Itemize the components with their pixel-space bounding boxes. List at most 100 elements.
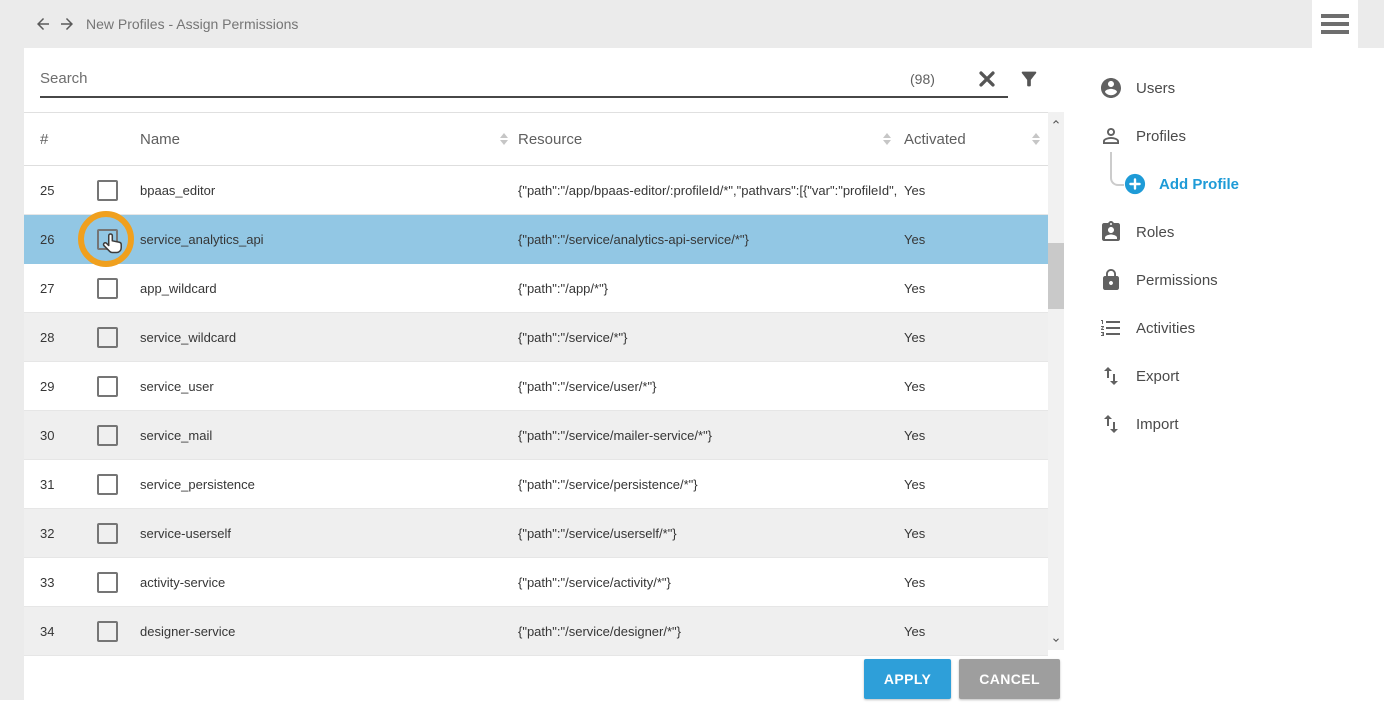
column-header-number[interactable]: #: [24, 131, 96, 148]
sidebar-item-label: Users: [1136, 80, 1175, 97]
table-row[interactable]: 25 bpaas_editor {"path":"/app/bpaas-edit…: [24, 166, 1048, 215]
table-row[interactable]: 29 service_user {"path":"/service/user/*…: [24, 362, 1048, 411]
table-row[interactable]: 30 service_mail {"path":"/service/mailer…: [24, 411, 1048, 460]
row-number-cell: 29: [24, 379, 96, 394]
table-row[interactable]: 31 service_persistence {"path":"/service…: [24, 460, 1048, 509]
sidebar-item-label: Add Profile: [1159, 176, 1239, 193]
sidebar-item-profiles[interactable]: Profiles: [1064, 112, 1384, 160]
sidebar-item-label: Import: [1136, 416, 1179, 433]
permissions-table: # Name Resource Activated 25 bpaas_edito…: [24, 112, 1048, 656]
row-name-cell: service_wildcard: [140, 330, 518, 345]
row-resource-cell: {"path":"/service/designer/*"}: [518, 624, 904, 639]
row-number-cell: 32: [24, 526, 96, 541]
cancel-button[interactable]: CANCEL: [959, 659, 1060, 699]
row-name-cell: service_user: [140, 379, 518, 394]
sort-icon-activated[interactable]: [1024, 133, 1048, 145]
table-row[interactable]: 28 service_wildcard {"path":"/service/*"…: [24, 313, 1048, 362]
row-checkbox[interactable]: [97, 474, 118, 495]
sidebar-item-import[interactable]: Import: [1064, 400, 1384, 448]
row-name-cell: service_analytics_api: [140, 232, 518, 247]
lock-icon: [1099, 268, 1123, 292]
row-checkbox[interactable]: [97, 572, 118, 593]
sidebar-item-label: Profiles: [1136, 128, 1186, 145]
row-name-cell: app_wildcard: [140, 281, 518, 296]
row-resource-cell: {"path":"/service/mailer-service/*"}: [518, 428, 904, 443]
row-checkbox[interactable]: [97, 278, 118, 299]
row-resource-cell: {"path":"/service/activity/*"}: [518, 575, 904, 590]
row-checkbox[interactable]: [97, 376, 118, 397]
row-number-cell: 28: [24, 330, 96, 345]
row-name-cell: service-userself: [140, 526, 518, 541]
back-arrow-icon[interactable]: [34, 15, 52, 33]
column-header-resource[interactable]: Resource: [518, 131, 870, 148]
row-name-cell: designer-service: [140, 624, 518, 639]
clear-search-icon[interactable]: [976, 68, 998, 90]
row-checkbox-cell: [96, 313, 140, 361]
sidebar-item-add-profile[interactable]: Add Profile: [1064, 160, 1384, 208]
sort-icon-resource[interactable]: [870, 133, 904, 145]
table-row[interactable]: 27 app_wildcard {"path":"/app/*"} Yes: [24, 264, 1048, 313]
scroll-down-icon[interactable]: [1048, 632, 1064, 648]
row-checkbox-cell: [96, 264, 140, 312]
main-panel: Search (98) # Name Resource Activated: [24, 48, 1064, 700]
row-name-cell: service_mail: [140, 428, 518, 443]
plus-circle-icon: [1124, 173, 1146, 195]
column-header-activated[interactable]: Activated: [904, 131, 1024, 148]
badge-icon: [1099, 220, 1123, 244]
table-body: 25 bpaas_editor {"path":"/app/bpaas-edit…: [24, 166, 1048, 656]
search-underline: [40, 96, 1008, 98]
row-activated-cell: Yes: [904, 526, 1048, 541]
sidebar-item-export[interactable]: Export: [1064, 352, 1384, 400]
sidebar-item-roles[interactable]: Roles: [1064, 208, 1384, 256]
sidebar-item-permissions[interactable]: Permissions: [1064, 256, 1384, 304]
search-input[interactable]: Search: [40, 70, 88, 87]
forward-arrow-icon[interactable]: [58, 15, 76, 33]
row-checkbox[interactable]: [97, 621, 118, 642]
row-activated-cell: Yes: [904, 428, 1048, 443]
sidebar-item-label: Roles: [1136, 224, 1174, 241]
sidebar-item-users[interactable]: Users: [1064, 64, 1384, 112]
row-checkbox[interactable]: [97, 180, 118, 201]
row-name-cell: service_persistence: [140, 477, 518, 492]
sort-icon-name[interactable]: [490, 133, 518, 145]
row-checkbox[interactable]: [97, 229, 118, 250]
apply-button[interactable]: APPLY: [864, 659, 951, 699]
row-checkbox-cell: [96, 411, 140, 459]
sidebar: Users Profiles Add Profile Roles Permiss…: [1064, 48, 1384, 700]
row-resource-cell: {"path":"/service/persistence/*"}: [518, 477, 904, 492]
row-checkbox-cell: [96, 558, 140, 606]
column-header-name[interactable]: Name: [140, 131, 490, 148]
search-bar: Search (98): [24, 48, 1064, 112]
row-checkbox[interactable]: [97, 425, 118, 446]
row-name-cell: bpaas_editor: [140, 183, 518, 198]
table-scrollbar[interactable]: [1048, 112, 1064, 650]
menu-button[interactable]: [1312, 0, 1358, 48]
row-resource-cell: {"path":"/service/userself/*"}: [518, 526, 904, 541]
table-row[interactable]: 26 service_analytics_api {"path":"/servi…: [24, 215, 1048, 264]
scrollbar-thumb[interactable]: [1048, 243, 1064, 309]
row-name-cell: activity-service: [140, 575, 518, 590]
sidebar-item-activities[interactable]: Activities: [1064, 304, 1384, 352]
action-buttons: APPLY CANCEL: [24, 659, 1060, 699]
row-activated-cell: Yes: [904, 477, 1048, 492]
sidebar-item-label: Export: [1136, 368, 1179, 385]
table-row[interactable]: 33 activity-service {"path":"/service/ac…: [24, 558, 1048, 607]
row-checkbox[interactable]: [97, 327, 118, 348]
row-resource-cell: {"path":"/service/analytics-api-service/…: [518, 232, 904, 247]
table-row[interactable]: 32 service-userself {"path":"/service/us…: [24, 509, 1048, 558]
row-checkbox-cell: [96, 166, 140, 214]
person-outline-icon: [1099, 124, 1123, 148]
scroll-up-icon[interactable]: [1048, 114, 1064, 130]
row-checkbox[interactable]: [97, 523, 118, 544]
numbered-list-icon: [1099, 316, 1123, 340]
table-row[interactable]: 34 designer-service {"path":"/service/de…: [24, 607, 1048, 656]
row-activated-cell: Yes: [904, 575, 1048, 590]
sidebar-item-label: Permissions: [1136, 272, 1218, 289]
row-activated-cell: Yes: [904, 330, 1048, 345]
import-export-icon: [1099, 364, 1123, 388]
row-number-cell: 26: [24, 232, 96, 247]
assign-permissions-page: New Profiles - Assign Permissions Search…: [0, 0, 1384, 711]
top-bar: New Profiles - Assign Permissions: [0, 0, 1384, 48]
row-number-cell: 30: [24, 428, 96, 443]
filter-icon[interactable]: [1018, 68, 1040, 90]
